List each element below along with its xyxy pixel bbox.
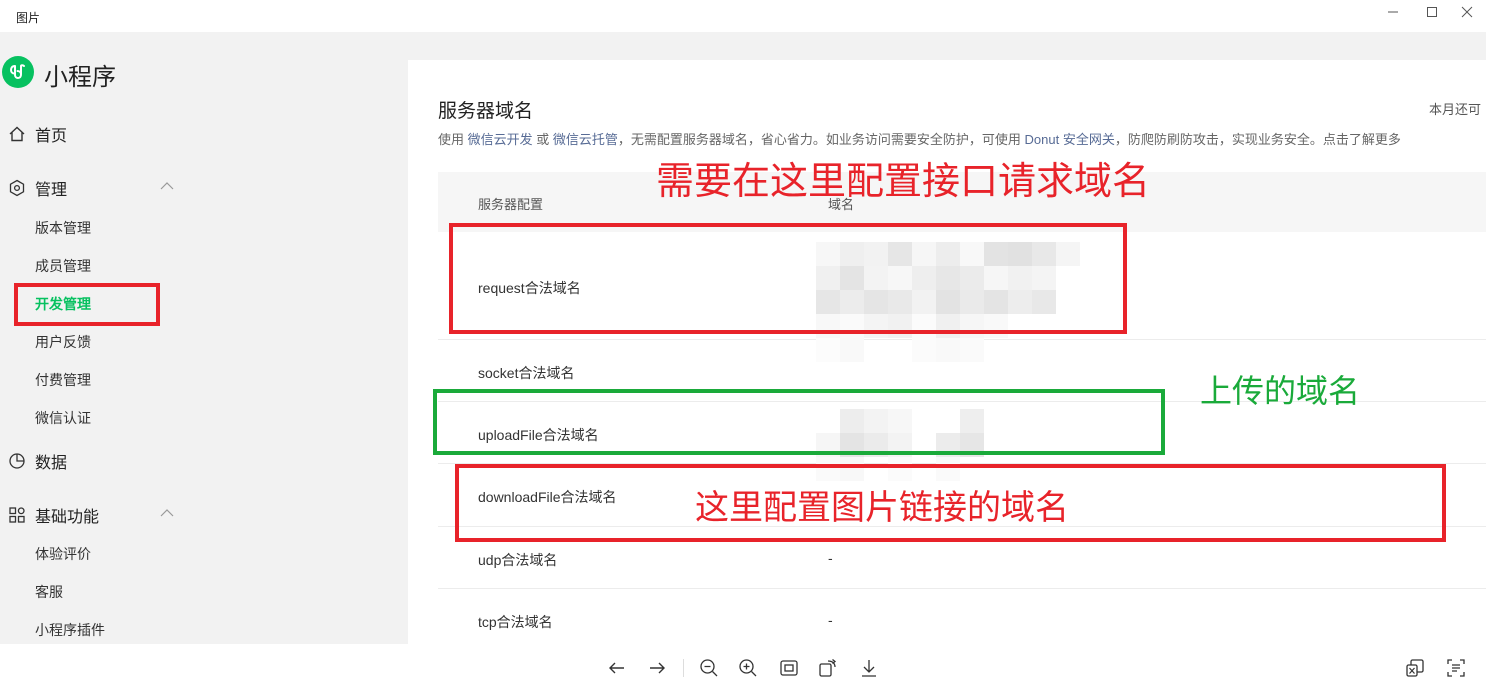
nav-manage[interactable]: 管理 bbox=[8, 176, 67, 200]
cloud-hosting-link[interactable]: 微信云托管 bbox=[553, 132, 618, 147]
chevron-up-icon[interactable] bbox=[159, 508, 175, 518]
next-button[interactable] bbox=[647, 658, 667, 678]
row-name-socket: socket合法域名 bbox=[478, 365, 575, 381]
zoom-out-button[interactable] bbox=[699, 658, 719, 678]
previous-button[interactable] bbox=[607, 658, 627, 678]
nav-data-label: 数据 bbox=[35, 455, 68, 472]
nav-plugins[interactable]: 小程序插件 bbox=[35, 620, 105, 640]
row-name-tcp: tcp合法域名 bbox=[478, 614, 553, 630]
close-button[interactable] bbox=[1452, 4, 1482, 22]
cloud-dev-link[interactable]: 微信云开发 bbox=[468, 132, 533, 147]
maximize-button[interactable] bbox=[1417, 4, 1447, 22]
nav-wechat-verify[interactable]: 微信认证 bbox=[35, 408, 91, 428]
sidebar: 小程序 首页 管理 版本管理 成员管理 开发管理 用户反馈 付费管理 微信认证 … bbox=[0, 32, 195, 644]
copy-image-icon bbox=[1406, 659, 1424, 677]
ocr-button[interactable] bbox=[1446, 658, 1466, 678]
fit-window-icon bbox=[780, 660, 798, 676]
panel-description: 使用 微信云开发 或 微信云托管，无需配置服务器域名，省心省力。如业务访问需要安… bbox=[438, 129, 1401, 148]
desc-text: 或 bbox=[532, 132, 553, 147]
download-button[interactable] bbox=[859, 658, 879, 678]
row-name-udp: udp合法域名 bbox=[478, 552, 558, 568]
arrow-left-icon bbox=[609, 662, 624, 674]
rotate-button[interactable] bbox=[818, 658, 838, 678]
pie-chart-icon bbox=[9, 453, 25, 469]
nav-customer-service[interactable]: 客服 bbox=[35, 582, 63, 602]
page-title: 服务器域名 bbox=[438, 101, 534, 122]
image-viewer-canvas: 小程序 首页 管理 版本管理 成员管理 开发管理 用户反馈 付费管理 微信认证 … bbox=[0, 32, 1486, 644]
nav-basic[interactable]: 基础功能 bbox=[8, 503, 99, 527]
nav-payment[interactable]: 付费管理 bbox=[35, 370, 91, 390]
row-value-tcp: - bbox=[828, 612, 833, 628]
title-bar: 图片 bbox=[0, 0, 1486, 32]
quota-text: 本月还可 bbox=[1429, 102, 1482, 117]
ocr-icon bbox=[1447, 659, 1465, 677]
fit-window-button[interactable] bbox=[779, 658, 799, 678]
download-icon bbox=[862, 660, 876, 677]
nav-home-label: 首页 bbox=[35, 128, 68, 145]
zoom-in-button[interactable] bbox=[738, 658, 758, 678]
row-value-udp: - bbox=[828, 550, 833, 566]
nav-experience-rating[interactable]: 体验评价 bbox=[35, 544, 91, 564]
viewer-toolbar bbox=[0, 644, 1486, 691]
server-domain-panel: 服务器域名 本月还可 使用 微信云开发 或 微信云托管，无需配置服务器域名，省心… bbox=[408, 60, 1486, 644]
nav-feedback[interactable]: 用户反馈 bbox=[35, 332, 91, 352]
download-annotation-text: 这里配置图片链接的域名 bbox=[695, 489, 1069, 527]
request-domain-highlight-box bbox=[449, 223, 1127, 334]
settings-icon bbox=[9, 179, 25, 197]
zoom-out-icon bbox=[700, 659, 718, 677]
home-icon bbox=[9, 126, 25, 142]
window-title: 图片 bbox=[16, 11, 41, 25]
chevron-up-icon[interactable] bbox=[159, 181, 175, 191]
request-annotation-text: 需要在这里配置接口请求域名 bbox=[656, 161, 1151, 203]
maximize-icon bbox=[1427, 7, 1437, 17]
copy-image-button[interactable] bbox=[1405, 658, 1425, 678]
upload-annotation-text: 上传的域名 bbox=[1200, 373, 1361, 409]
nav-version[interactable]: 版本管理 bbox=[35, 218, 91, 238]
upload-domain-highlight-box bbox=[433, 389, 1165, 455]
zoom-in-icon bbox=[739, 659, 757, 677]
rotate-icon bbox=[819, 658, 837, 677]
brand-name: 小程序 bbox=[44, 64, 116, 91]
table-row: tcp合法域名 - bbox=[438, 589, 1486, 644]
nav-home[interactable]: 首页 bbox=[8, 122, 67, 146]
dev-manage-highlight-box bbox=[14, 283, 160, 326]
desc-text: ，防爬防刷防攻击，实现业务安全。点击了解更多 bbox=[1114, 132, 1401, 147]
close-icon bbox=[1461, 6, 1473, 18]
nav-members[interactable]: 成员管理 bbox=[35, 256, 91, 276]
desc-text: ，无需配置服务器域名，省心省力。如业务访问需要安全防护，可使用 bbox=[617, 132, 1025, 147]
minimize-button[interactable] bbox=[1378, 4, 1408, 22]
arrow-right-icon bbox=[650, 662, 665, 674]
grid-icon bbox=[9, 507, 25, 523]
miniprogram-logo-icon bbox=[2, 56, 34, 88]
nav-basic-label: 基础功能 bbox=[35, 509, 100, 526]
minimize-icon bbox=[1388, 11, 1398, 13]
toolbar-divider bbox=[683, 659, 684, 677]
nav-manage-label: 管理 bbox=[35, 182, 68, 199]
nav-data[interactable]: 数据 bbox=[8, 449, 67, 473]
donut-gateway-link[interactable]: Donut 安全网关 bbox=[1025, 132, 1115, 147]
column-header-config: 服务器配置 bbox=[478, 197, 544, 212]
desc-text: 使用 bbox=[438, 132, 468, 147]
